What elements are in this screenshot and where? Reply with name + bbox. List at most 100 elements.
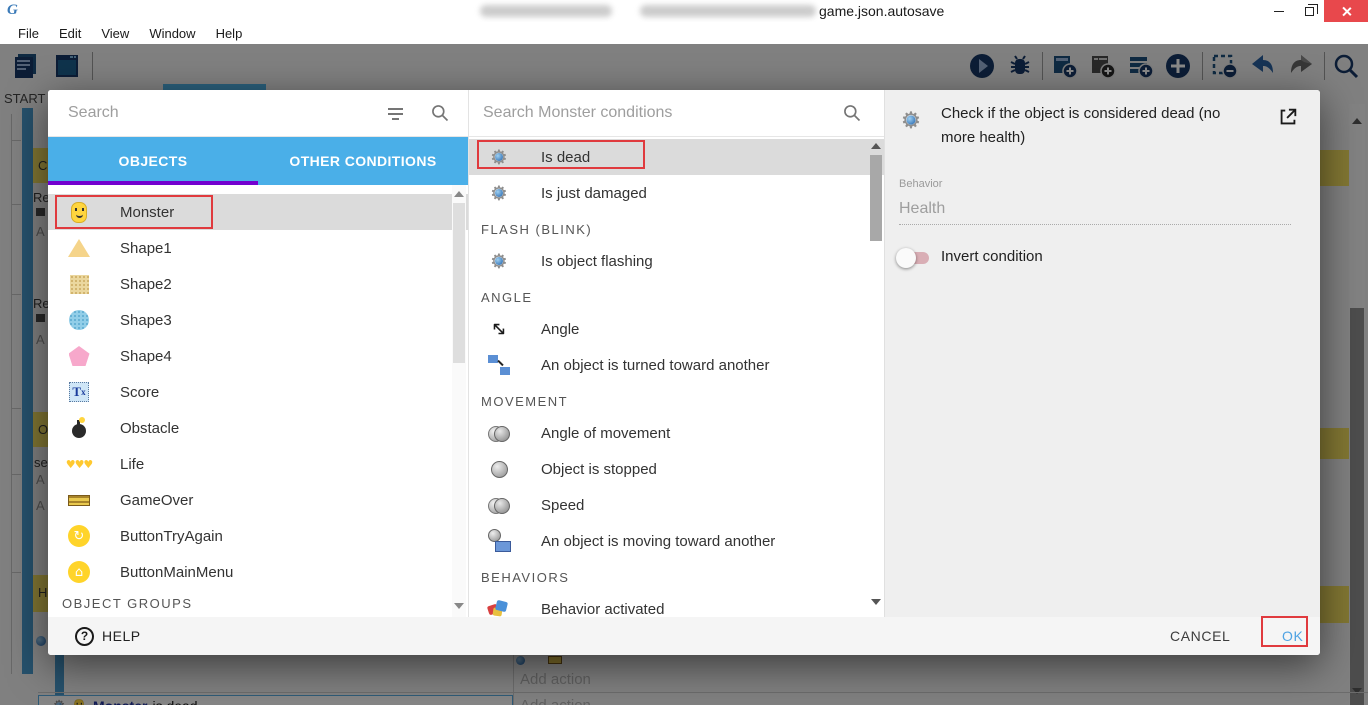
restore-button[interactable]	[1294, 0, 1324, 22]
list-item-shape2[interactable]: Shape2	[48, 266, 468, 302]
tab-objects[interactable]: OBJECTS	[48, 137, 258, 185]
scroll-down-icon[interactable]	[454, 603, 464, 609]
scroll-up-icon[interactable]	[454, 191, 464, 197]
selector-tabs: OBJECTS OTHER CONDITIONS	[48, 137, 468, 185]
section-angle: ANGLE	[469, 279, 885, 311]
search-icon[interactable]	[842, 103, 862, 123]
close-icon	[1341, 6, 1352, 17]
turned-toward-icon	[487, 353, 511, 377]
condition-list-scrollbar[interactable]	[869, 139, 883, 617]
help-button[interactable]: HELP	[102, 628, 141, 644]
list-item-buttontryagain[interactable]: ButtonTryAgain	[48, 518, 468, 554]
object-name: Shape4	[120, 348, 172, 365]
list-item-shape1[interactable]: Shape1	[48, 230, 468, 266]
condition-selector-panel: Is dead Is just damaged FLASH (BLINK) Is…	[468, 90, 884, 617]
tab-label: OBJECTS	[119, 153, 188, 169]
gdevelop-window: G game.json.autosave File Edit View Wind…	[0, 0, 1368, 705]
close-button[interactable]	[1324, 0, 1368, 22]
help-icon[interactable]	[75, 627, 94, 646]
tab-other-conditions[interactable]: OTHER CONDITIONS	[258, 137, 468, 185]
annotation-box-monster	[55, 195, 213, 229]
list-item-score[interactable]: Score	[48, 374, 468, 410]
behavior-puzzle-icon	[487, 597, 511, 617]
hearts-icon	[66, 451, 92, 477]
window-title: game.json.autosave	[819, 3, 944, 19]
movement-circles-icon	[487, 421, 511, 445]
angle-arrows-icon	[487, 317, 511, 341]
condition-details-panel: Check if the object is considered dead (…	[884, 90, 1320, 617]
condition-item-is-object-flashing[interactable]: Is object flashing	[469, 243, 885, 279]
moving-toward-icon	[487, 529, 511, 553]
condition-item-angle[interactable]: Angle	[469, 311, 885, 347]
retry-button-icon	[66, 523, 92, 549]
condition-label: An object is turned toward another	[541, 357, 769, 374]
object-list-scrollbar[interactable]	[452, 185, 466, 617]
condition-label: Speed	[541, 497, 584, 514]
object-list: Monster Shape1 Shape2 Shape3 Shape4	[48, 185, 468, 617]
object-search-bar	[48, 90, 468, 137]
behavior-field-label: Behavior	[899, 178, 942, 190]
scroll-down-icon[interactable]	[871, 599, 881, 605]
minimize-button[interactable]	[1264, 0, 1294, 22]
home-button-icon	[66, 559, 92, 585]
object-name: Shape1	[120, 240, 172, 257]
menu-view[interactable]: View	[91, 26, 139, 41]
annotation-box-ok	[1261, 616, 1308, 647]
bomb-icon	[66, 415, 92, 441]
menu-help[interactable]: Help	[206, 26, 253, 41]
health-gear-icon	[487, 181, 511, 205]
condition-item-turned-toward[interactable]: An object is turned toward another	[469, 347, 885, 383]
search-icon[interactable]	[430, 103, 450, 123]
scroll-up-icon[interactable]	[871, 143, 881, 149]
condition-item-is-just-damaged[interactable]: Is just damaged	[469, 175, 885, 211]
list-item-shape4[interactable]: Shape4	[48, 338, 468, 374]
behavior-field-value[interactable]: Health	[899, 200, 945, 218]
scrollbar-thumb[interactable]	[870, 155, 882, 241]
object-search-input[interactable]	[68, 104, 388, 122]
gdevelop-logo-icon: G	[7, 2, 25, 20]
blurred-title-segment	[480, 5, 612, 17]
list-item-gameover[interactable]: GameOver	[48, 482, 468, 518]
section-movement: MOVEMENT	[469, 383, 885, 415]
condition-item-angle-of-movement[interactable]: Angle of movement	[469, 415, 885, 451]
condition-item-speed[interactable]: Speed	[469, 487, 885, 523]
tab-label: OTHER CONDITIONS	[289, 153, 436, 169]
invert-condition-toggle[interactable]	[899, 252, 929, 264]
menu-window[interactable]: Window	[139, 26, 205, 41]
minimize-icon	[1274, 11, 1284, 12]
condition-label: Behavior activated	[541, 601, 664, 618]
filter-icon[interactable]	[388, 107, 404, 119]
menu-file[interactable]: File	[8, 26, 49, 41]
condition-search-bar	[469, 90, 884, 137]
list-item-shape3[interactable]: Shape3	[48, 302, 468, 338]
object-name: ButtonMainMenu	[120, 564, 233, 581]
behavior-field-underline	[899, 224, 1291, 225]
list-item-life[interactable]: Life	[48, 446, 468, 482]
list-item-buttonmainmenu[interactable]: ButtonMainMenu	[48, 554, 468, 590]
object-name: Obstacle	[120, 420, 179, 437]
object-name: GameOver	[120, 492, 193, 509]
condition-list: Is dead Is just damaged FLASH (BLINK) Is…	[469, 137, 885, 617]
text-object-icon	[66, 379, 92, 405]
triangle-icon	[66, 235, 92, 261]
menu-bar: File Edit View Window Help	[0, 22, 1368, 44]
circle-icon	[66, 307, 92, 333]
open-in-new-icon[interactable]	[1277, 106, 1299, 128]
condition-item-behavior-activated[interactable]: Behavior activated	[469, 591, 885, 617]
object-name: Score	[120, 384, 159, 401]
condition-item-moving-toward[interactable]: An object is moving toward another	[469, 523, 885, 559]
object-name: ButtonTryAgain	[120, 528, 223, 545]
section-behaviors: BEHAVIORS	[469, 559, 885, 591]
annotation-box-is-dead	[477, 140, 645, 169]
menu-edit[interactable]: Edit	[49, 26, 91, 41]
square-icon	[66, 271, 92, 297]
object-name: Life	[120, 456, 144, 473]
cancel-button[interactable]: CANCEL	[1158, 620, 1242, 652]
game-over-text-icon	[66, 487, 92, 513]
object-name: Shape3	[120, 312, 172, 329]
list-item-obstacle[interactable]: Obstacle	[48, 410, 468, 446]
condition-search-input[interactable]	[483, 104, 842, 122]
condition-item-object-is-stopped[interactable]: Object is stopped	[469, 451, 885, 487]
scrollbar-thumb[interactable]	[453, 203, 465, 363]
health-gear-icon	[487, 249, 511, 273]
